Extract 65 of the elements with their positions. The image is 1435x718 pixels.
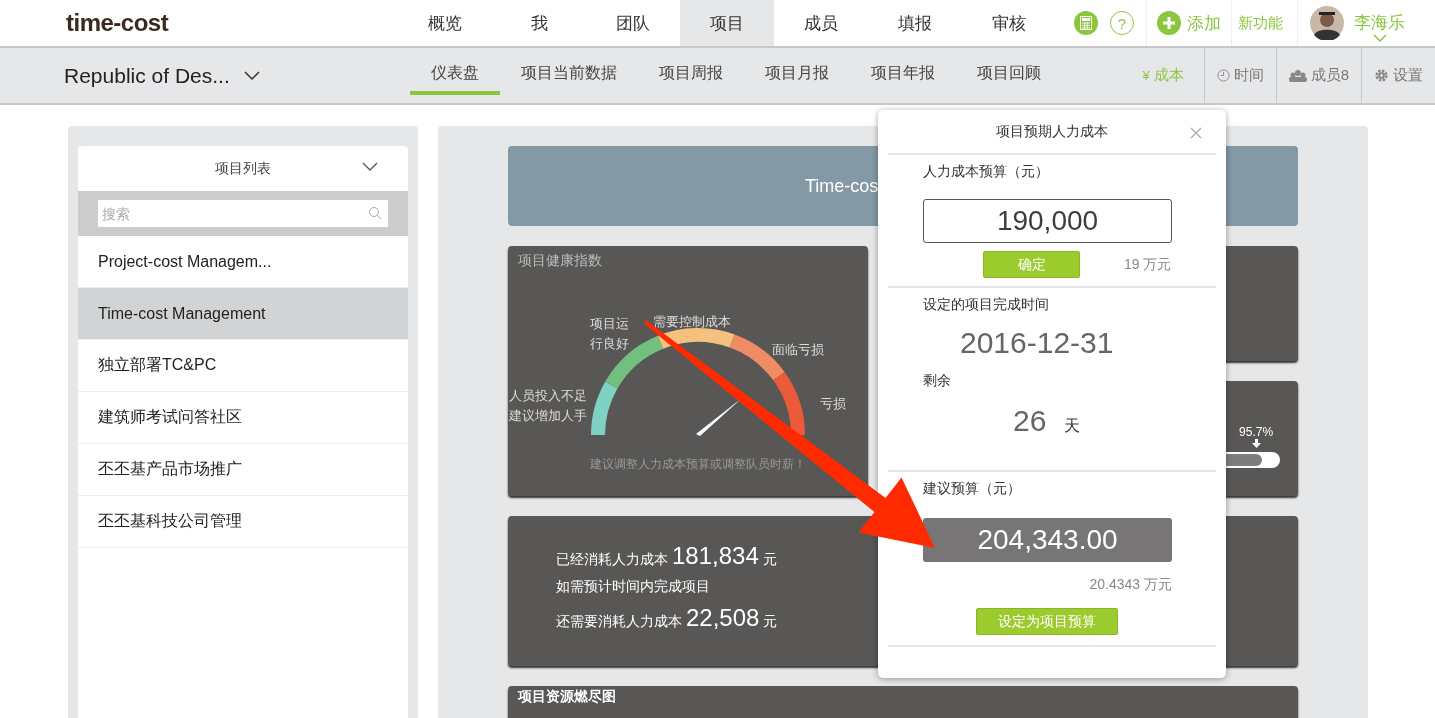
stat-value: 22,508	[686, 604, 760, 632]
nav-tab[interactable]: 我	[492, 0, 586, 46]
gauge-label: 人员投入不足	[509, 388, 587, 403]
progress-reading: 95.7%	[1239, 425, 1274, 439]
subnav-tab[interactable]: 仪表盘	[410, 48, 500, 95]
subnav-tab[interactable]: 项目周报	[638, 48, 744, 95]
gauge-label: 项目运	[590, 316, 629, 331]
gauge-label: 需要控制成本	[653, 314, 731, 329]
search-field[interactable]: 搜索	[98, 200, 388, 227]
suggested-wan: 20.4343 万元	[1088, 576, 1172, 594]
stat-unit: 元	[762, 551, 777, 569]
down-arrow-icon	[1251, 439, 1261, 448]
view-tab[interactable]: 成员8	[1275, 48, 1361, 103]
nav-tab[interactable]: 审核	[962, 0, 1056, 46]
gauge-label: 亏损	[820, 396, 846, 411]
caret-icon[interactable]	[362, 160, 378, 172]
stat-label: 如需预计时间内完成项目	[556, 578, 710, 596]
subnav-tab[interactable]: 项目年报	[850, 48, 956, 95]
caret-icon	[243, 70, 260, 81]
search-icon	[368, 206, 382, 220]
gauge-label: 行良好	[590, 336, 629, 351]
suggested-budget: 204,343.00	[923, 518, 1172, 562]
project-selector[interactable]: Republic of Des...	[64, 48, 410, 103]
stat-unit: 元	[763, 613, 778, 631]
completion-date: 2016-12-31	[960, 326, 1115, 360]
nav-tab[interactable]: 概览	[398, 0, 492, 46]
calculator-icon	[1080, 16, 1092, 30]
stat-value: 181,834	[672, 542, 759, 570]
people-icon	[1288, 69, 1307, 82]
list-title: 项目列表	[215, 159, 271, 178]
project-list-item[interactable]: Time-cost Management	[78, 288, 408, 340]
nav-tab[interactable]: 成员	[774, 0, 868, 46]
view-tab[interactable]: 设置	[1361, 48, 1435, 103]
field-label: 设定的项目完成时间	[923, 296, 1050, 314]
logo: time-cost	[66, 9, 170, 37]
gauge-hint: 建议调整人力成本预算或调整队员时薪！	[590, 457, 806, 471]
remaining-days: 26	[1013, 404, 1047, 438]
subnav-tab[interactable]: 项目回顾	[956, 48, 1062, 95]
calculator-button[interactable]	[1074, 11, 1098, 35]
gauge-label: 面临亏损	[772, 342, 824, 357]
card-title: 项目资源燃尽图	[516, 687, 617, 706]
subnav-tab[interactable]: 项目月报	[744, 48, 850, 95]
popup-title: 项目预期人力成本	[996, 122, 1108, 141]
yen-icon: ¥	[1142, 68, 1150, 83]
plus-icon	[1157, 11, 1181, 35]
stat-label: 已经消耗人力成本	[556, 551, 668, 569]
field-label: 人力成本预算（元）	[923, 163, 1050, 181]
subnav-tab[interactable]: 项目当前数据	[500, 48, 638, 95]
nav-tab[interactable]: 项目	[680, 0, 774, 46]
field-label: 剩余	[923, 372, 952, 390]
nav-tab[interactable]: 填报	[868, 0, 962, 46]
gauge-label: 建议增加人手	[509, 408, 587, 423]
nav-tab[interactable]: 团队	[586, 0, 680, 46]
gear-icon	[1374, 68, 1389, 83]
card-title: 项目健康指数	[518, 252, 602, 270]
stat-label: 还需要消耗人力成本	[556, 613, 682, 631]
field-label: 建议预算（元）	[923, 480, 1022, 498]
days-unit: 天	[1064, 416, 1081, 436]
view-tab[interactable]: 时间	[1203, 48, 1276, 103]
budget-input[interactable]: 190,000	[923, 199, 1172, 243]
clock-icon	[1216, 69, 1230, 82]
budget-wan: 19 万元	[1124, 255, 1172, 274]
close-icon[interactable]	[1190, 127, 1202, 139]
avatar	[1310, 6, 1344, 40]
caret-icon	[1372, 33, 1387, 42]
